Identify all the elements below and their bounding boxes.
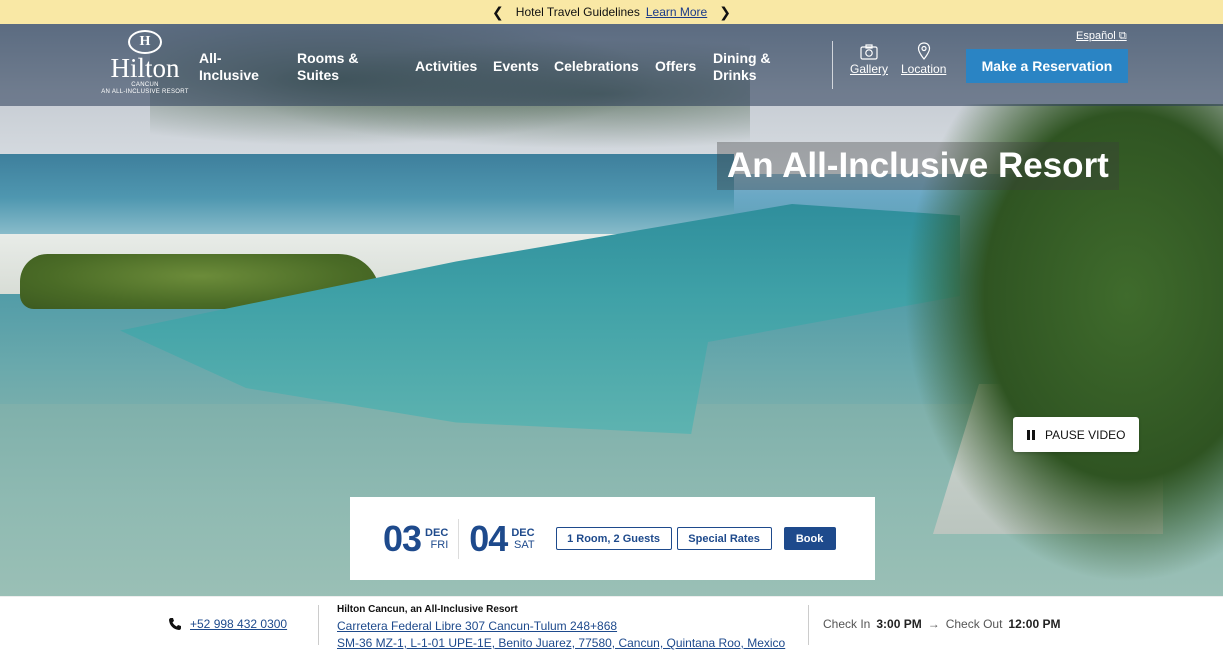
announcement-text: Hotel Travel Guidelines: [515, 5, 640, 19]
chevron-right-icon[interactable]: ❯: [713, 4, 737, 21]
arrow-right-icon: →: [927, 617, 940, 631]
checkout-weekday: SAT: [513, 538, 535, 551]
phone-contact: +52 998 432 0300: [168, 617, 287, 631]
announcement-bar: ❮ Hotel Travel Guidelines Learn More ❯: [0, 0, 1223, 24]
address-line-1-link[interactable]: Carretera Federal Libre 307 Cancun-Tulum…: [337, 618, 785, 635]
brand-tagline: AN ALL-INCLUSIVE RESORT: [101, 89, 189, 95]
checkin-time: 3:00 PM: [876, 617, 922, 631]
date-divider: [458, 518, 460, 559]
nav-item-dining-drinks[interactable]: Dining & Drinks: [713, 50, 771, 84]
checkin-date[interactable]: 03 DEC FRI: [383, 517, 449, 559]
nav-item-activities[interactable]: Activities: [415, 58, 477, 75]
location-link[interactable]: Location: [901, 42, 946, 76]
hilton-logo-mark: H: [128, 30, 162, 54]
nav-item-rooms-suites[interactable]: Rooms & Suites: [297, 50, 358, 84]
learn-more-link[interactable]: Learn More: [646, 5, 707, 19]
phone-icon: [169, 618, 181, 630]
gallery-link[interactable]: Gallery: [850, 44, 888, 76]
pause-video-button[interactable]: PAUSE VIDEO: [1013, 417, 1139, 452]
chevron-left-icon[interactable]: ❮: [486, 4, 510, 21]
hero-headline: An All-Inclusive Resort: [717, 142, 1119, 190]
hotel-address: Hilton Cancun, an All-Inclusive Resort C…: [337, 601, 785, 652]
hilton-logo[interactable]: H Hilton CANCUN AN ALL-INCLUSIVE RESORT: [100, 30, 190, 102]
language-link[interactable]: Español ⧉: [1076, 30, 1127, 43]
nav-item-events[interactable]: Events: [493, 58, 539, 75]
special-rates-button[interactable]: Special Rates: [676, 527, 772, 550]
checkout-day: 04: [469, 517, 508, 559]
book-button[interactable]: Book: [783, 527, 836, 550]
checkout-label: Check Out: [945, 617, 1003, 631]
checkin-weekday: FRI: [430, 538, 449, 551]
address-line-2-link[interactable]: SM-36 MZ-1, L-1-01 UPE-1E, Benito Juarez…: [337, 635, 785, 652]
checkin-label: Check In: [823, 617, 871, 631]
map-pin-icon: [917, 42, 930, 60]
nav-item-all-inclusive[interactable]: All- Inclusive: [199, 50, 259, 84]
brand-location: CANCUN: [131, 82, 159, 88]
checkin-day: 03: [383, 517, 422, 559]
checkout-time: 12:00 PM: [1008, 617, 1061, 631]
rooms-guests-button[interactable]: 1 Room, 2 Guests: [555, 527, 672, 550]
checkout-month: DEC: [511, 526, 535, 539]
checkout-date[interactable]: 04 DEC SAT: [469, 517, 535, 559]
camera-icon: [860, 44, 878, 60]
booking-widget: 03 DEC FRI 04 DEC SAT 1 Room, 2 Guests S…: [350, 497, 875, 580]
hotel-info-bar: +52 998 432 0300 Hilton Cancun, an All-I…: [0, 596, 1223, 662]
check-times: Check In 3:00 PM → Check Out 12:00 PM: [823, 617, 1060, 631]
main-navigation: H Hilton CANCUN AN ALL-INCLUSIVE RESORT …: [0, 24, 1223, 106]
nav-divider: [832, 41, 833, 89]
checkin-month: DEC: [425, 526, 449, 539]
external-link-icon: ⧉: [1118, 30, 1127, 42]
hotel-name: Hilton Cancun, an All-Inclusive Resort: [337, 604, 518, 615]
nav-item-offers[interactable]: Offers: [655, 58, 696, 75]
make-reservation-button[interactable]: Make a Reservation: [966, 49, 1128, 83]
brand-name: Hilton: [110, 53, 180, 83]
nav-item-celebrations[interactable]: Celebrations: [554, 58, 639, 75]
phone-link[interactable]: +52 998 432 0300: [190, 617, 287, 631]
pause-icon: [1027, 429, 1035, 440]
